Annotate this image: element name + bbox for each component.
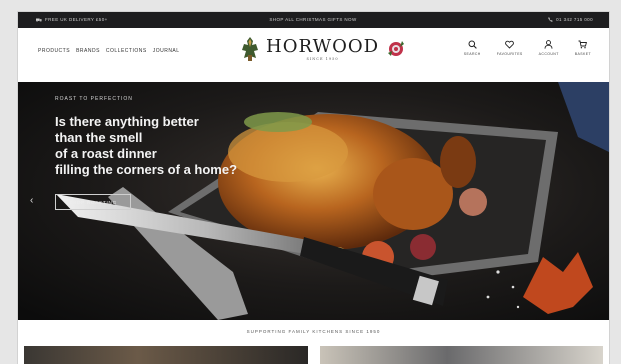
hero-cta-button[interactable]: Shop roasting [55,194,131,210]
phone-icon [548,17,553,22]
account-button[interactable]: Account [539,40,559,56]
header-actions: Search Favourites Account Basket [464,40,591,56]
nav-item-collections[interactable]: Collections [106,48,147,54]
hero-banner[interactable]: Roast to perfection Is there anything be… [18,82,609,320]
category-thumbnail[interactable] [24,346,308,364]
phone-info[interactable]: 01 342 715 000 [548,17,593,22]
hero-headline-line: filling the corners of a home? [55,162,238,177]
hero-headline: Is there anything better than the smell … [55,114,275,178]
heart-icon [505,40,515,49]
logo-wordmark: HORWOOD [266,35,380,57]
nav-item-journal[interactable]: Journal [153,48,180,54]
account-label: Account [538,52,559,56]
announcement-bar: Free UK Delivery £50+ Shop all Christmas… [18,12,609,28]
hero-headline-line: than the smell [55,130,143,145]
crest-icon [242,37,258,61]
truck-icon [36,18,42,22]
hero-eyebrow: Roast to perfection [55,96,133,102]
strap-line: Supporting family kitchens since 1950 [18,320,609,342]
search-label: Search [463,52,481,56]
carousel-prev-arrow-icon[interactable]: ‹ [30,195,33,206]
nav-item-brands[interactable]: Brands [76,48,100,54]
user-icon [544,40,553,49]
phone-number: 01 342 715 000 [556,17,593,22]
basket-label: Basket [574,52,591,56]
logo-subtitle: SINCE 1950 [306,56,339,61]
hero-headline-line: of a roast dinner [55,146,157,161]
favourites-button[interactable]: Favourites [497,40,523,56]
promo-text[interactable]: Shop all Christmas gifts now [238,17,388,22]
basket-icon [578,40,588,49]
search-icon [468,40,477,49]
site-logo[interactable]: HORWOOD SINCE 1950 [240,36,407,62]
search-button[interactable]: Search [464,40,481,56]
delivery-text: Free UK Delivery £50+ [45,17,108,22]
delivery-info[interactable]: Free UK Delivery £50+ [36,17,108,22]
favourites-label: Favourites [496,52,523,56]
browser-page: Free UK Delivery £50+ Shop all Christmas… [18,12,609,364]
main-nav: Products Brands Collections Journal [38,48,180,54]
hero-headline-line: Is there anything better [55,114,199,129]
basket-button[interactable]: Basket [575,40,591,56]
rose-emblem-icon [388,41,405,56]
category-thumbnails [18,346,609,364]
nav-item-products[interactable]: Products [38,48,70,54]
category-thumbnail[interactable] [320,346,603,364]
